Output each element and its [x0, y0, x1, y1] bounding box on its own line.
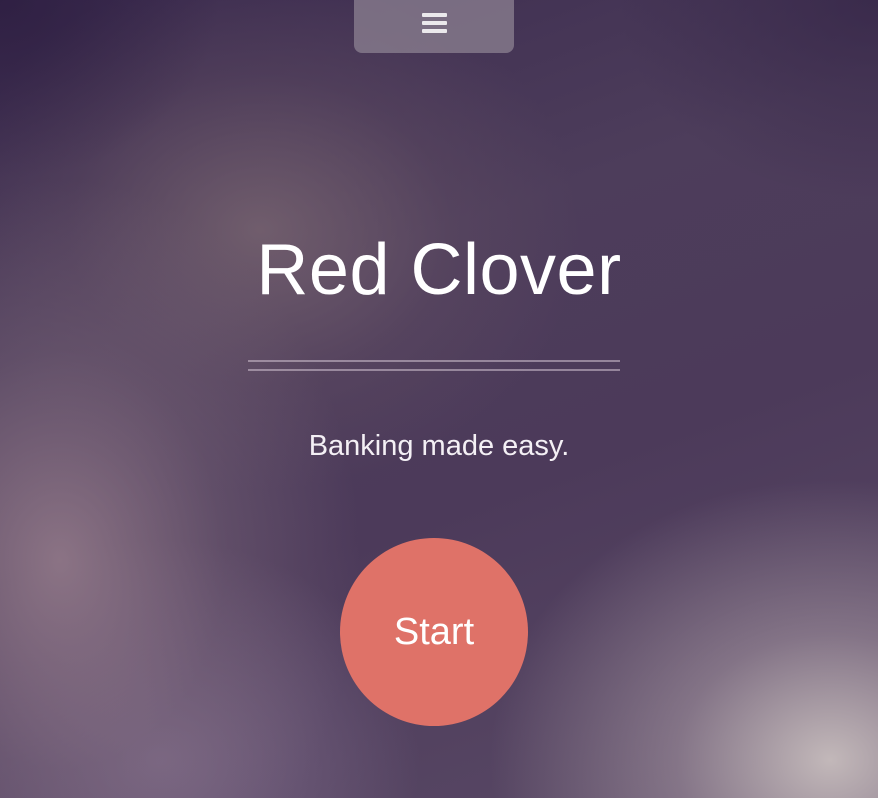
start-button[interactable]: Start [340, 538, 528, 726]
hamburger-bar [421, 28, 447, 33]
page-title: Red Clover [256, 230, 622, 310]
tagline: Banking made easy. [308, 430, 570, 462]
title-divider [248, 360, 620, 372]
hamburger-menu-icon [421, 12, 447, 33]
divider-line-bottom [248, 369, 620, 371]
hamburger-bar [421, 20, 447, 25]
hamburger-bar [421, 12, 447, 17]
menu-toggle-button[interactable] [354, 0, 514, 53]
divider-line-top [248, 360, 620, 362]
